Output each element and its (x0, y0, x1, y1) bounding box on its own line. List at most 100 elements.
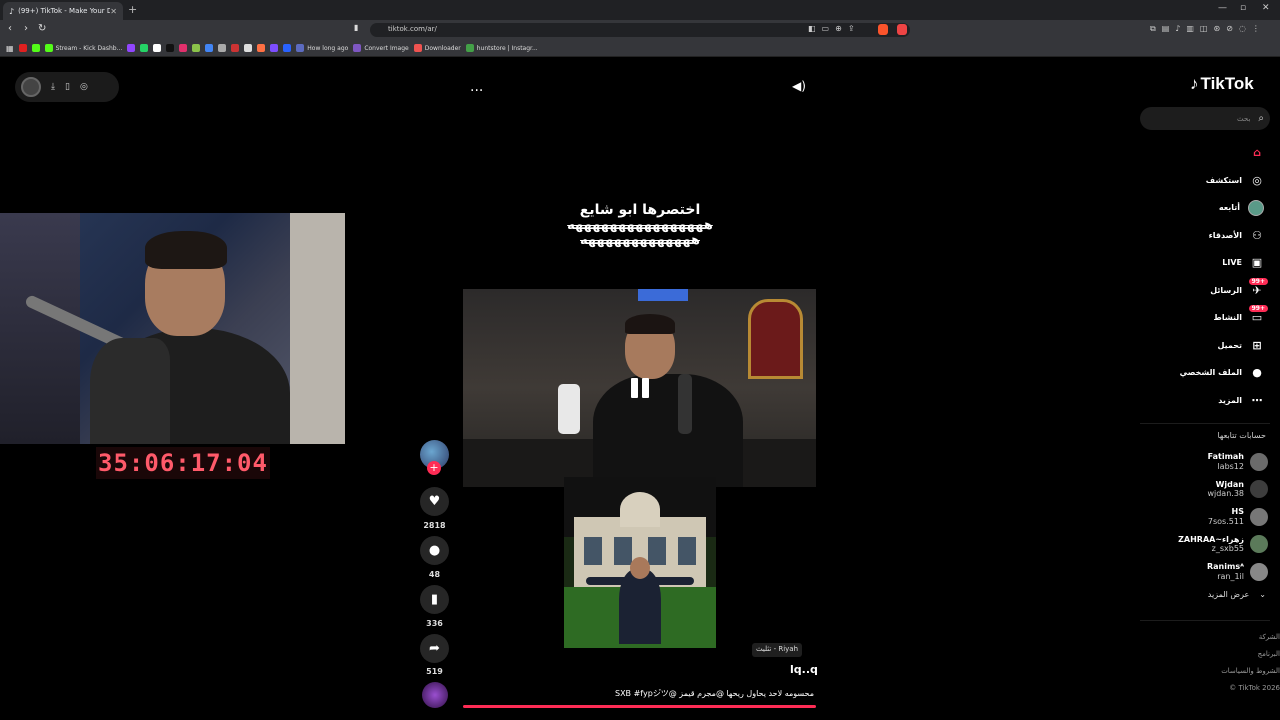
sidebar-item-profile[interactable]: الملف الشخصي ● (1140, 359, 1270, 387)
reload-icon[interactable]: ↻ (38, 23, 46, 34)
following-account[interactable]: Wjdan wjdan.38 (1140, 476, 1270, 504)
sidebar-item-compass[interactable]: استكشف ◎ (1140, 167, 1270, 195)
home-icon: ⌂ (1253, 146, 1261, 160)
profile-icon: ● (1252, 366, 1262, 380)
extensions-icons[interactable]: ⧉▤♪▥◫⊛⊘◌⋮ (1150, 24, 1266, 34)
new-tab-button[interactable]: + (128, 3, 137, 16)
bookmark-item[interactable] (127, 44, 136, 52)
account-name: HS (1231, 507, 1244, 517)
video-top-controls: ⤓ ▯ ◎ (15, 72, 119, 102)
bookmark-page-icon[interactable]: ▮ (354, 23, 358, 32)
brave-rewards-icon[interactable] (897, 24, 907, 35)
notification-badge: 99+ (1248, 305, 1268, 312)
comment-button[interactable]: ● (420, 536, 449, 565)
share-icon: ➦ (429, 641, 440, 656)
phone-icon[interactable]: ▯ (65, 82, 70, 92)
bookmark-item[interactable] (205, 44, 214, 52)
sidebar-item-live[interactable]: LIVE ▣ (1140, 249, 1270, 277)
pause-icon[interactable] (628, 376, 652, 400)
tab-title: (99+) TikTok - Make Your Day (18, 7, 111, 15)
sidebar-item-label: الملف الشخصي (1179, 368, 1242, 378)
music-disc-icon[interactable] (422, 682, 448, 708)
volume-icon[interactable]: ◀) (792, 79, 806, 93)
tiktok-logo[interactable]: ♪ TikTok (1190, 74, 1254, 94)
bookmark-item[interactable] (31, 44, 40, 52)
share-button[interactable]: ➦ (420, 634, 449, 663)
minimize-icon[interactable]: — (1218, 3, 1227, 13)
mini-avatar[interactable] (21, 77, 41, 97)
download-icon[interactable]: ⤓ (51, 82, 55, 92)
bookmark-item[interactable]: Convert Image (353, 44, 409, 52)
video-progress-bar[interactable] (463, 705, 816, 708)
bookmark-item[interactable] (218, 44, 227, 52)
maximize-icon[interactable]: ▫ (1240, 3, 1246, 13)
account-username: ran_1il (1217, 571, 1244, 581)
video-caption-overlay: اختصرها ابو شايع ههههههههههههههههه ههههه… (520, 202, 760, 248)
sidebar-item-more[interactable]: المزيد ⋯ (1140, 387, 1270, 415)
brave-shield-icon[interactable] (878, 24, 888, 35)
close-tab-icon[interactable]: ✕ (110, 7, 117, 16)
save-button[interactable]: ▮ (420, 585, 449, 614)
footer-link[interactable]: البرنامج (1180, 646, 1280, 663)
sidebar-item-home[interactable]: ⌂ (1140, 139, 1270, 167)
bookmark-item[interactable]: Stream - Kick Dashb... (44, 44, 122, 52)
bookmark-favicon-icon (192, 44, 201, 52)
search-icon[interactable]: ⌕ (1258, 113, 1264, 124)
bookmark-item[interactable] (192, 44, 201, 52)
account-name: Wjdan (1215, 479, 1244, 489)
sidebar-item-label: الأصدقاء (1208, 230, 1242, 240)
tiktok-note-icon: ♪ (1190, 74, 1199, 93)
following-account[interactable]: Fatimah labs12 (1140, 448, 1270, 476)
browser-tab[interactable]: ♪ (99+) TikTok - Make Your Day ✕ (3, 2, 123, 20)
like-button[interactable]: ♥ (420, 487, 449, 516)
sidebar-item-messages[interactable]: الرسائل ✈ 99+ (1140, 277, 1270, 305)
back-icon[interactable]: ‹ (8, 23, 12, 34)
footer-link[interactable]: الشركة (1180, 629, 1280, 646)
sidebar-item-following-avatar[interactable]: أتابعه (1140, 194, 1270, 222)
bookmark-favicon-icon (127, 44, 136, 52)
video-description: محسومه لاحد يحاول ريحها @مجرم قيمز @SXB … (614, 689, 814, 698)
bookmark-item[interactable] (270, 44, 279, 52)
apps-grid-icon[interactable]: ▦ (6, 44, 14, 53)
forward-icon[interactable]: › (24, 23, 28, 34)
bookmark-item[interactable] (179, 44, 188, 52)
bookmark-item[interactable] (283, 44, 292, 52)
bookmark-item[interactable]: How long ago (296, 44, 348, 52)
footer-link[interactable]: © TikTok 2026 (1180, 680, 1280, 697)
bookmark-item[interactable] (140, 44, 149, 52)
bookmark-item[interactable]: huntstore | Instagr... (465, 44, 538, 52)
follow-plus-button[interactable]: + (427, 461, 441, 475)
following-account[interactable]: HS 7sos.511 (1140, 503, 1270, 531)
more-options-icon[interactable]: ... (470, 79, 483, 95)
bookmark-item[interactable] (153, 44, 162, 52)
bookmark-label: Convert Image (364, 44, 409, 52)
bookmark-item[interactable] (231, 44, 240, 52)
bookmark-favicon-icon (353, 44, 362, 52)
search-input[interactable]: بحث ⌕ (1140, 107, 1270, 130)
bookmark-favicon-icon (140, 44, 149, 52)
account-avatar (1250, 507, 1268, 526)
comment-icon: ● (428, 543, 441, 558)
sidebar-item-activity[interactable]: النشاط ▭ 99+ (1140, 304, 1270, 332)
bookmark-item[interactable] (166, 44, 175, 52)
sidebar-item-upload[interactable]: تحميل ⊞ (1140, 332, 1270, 360)
upload-icon: ⊞ (1252, 338, 1262, 352)
sidebar-item-friends[interactable]: الأصدقاء ⚇ (1140, 222, 1270, 250)
bookmark-item[interactable] (18, 44, 27, 52)
see-more-button[interactable]: عرض المزيد ⌄ (1140, 590, 1266, 599)
following-account[interactable]: Ranimsᴬ ran_1il (1140, 558, 1270, 586)
bookmark-item[interactable]: Downloader (413, 44, 461, 52)
sidebar-item-label: الرسائل (1210, 285, 1242, 295)
bookmark-favicon-icon (18, 44, 27, 52)
bookmark-item[interactable] (257, 44, 266, 52)
close-window-icon[interactable]: ✕ (1262, 3, 1270, 13)
bookmark-item[interactable] (244, 44, 253, 52)
address-bar-icons[interactable]: ◧▭⊕⇪ (808, 24, 861, 33)
bookmark-favicon-icon (166, 44, 175, 52)
bookmark-label: Downloader (424, 44, 461, 52)
footer-link[interactable]: الشروط والسياسات (1180, 663, 1280, 680)
author-tag[interactable]: Riyah - تثليث (752, 643, 803, 657)
following-account[interactable]: ZAHRAA~زهراء z_sxb55 (1140, 531, 1270, 559)
compass-icon[interactable]: ◎ (80, 82, 88, 92)
account-username: z_sxb55 (1211, 544, 1244, 554)
